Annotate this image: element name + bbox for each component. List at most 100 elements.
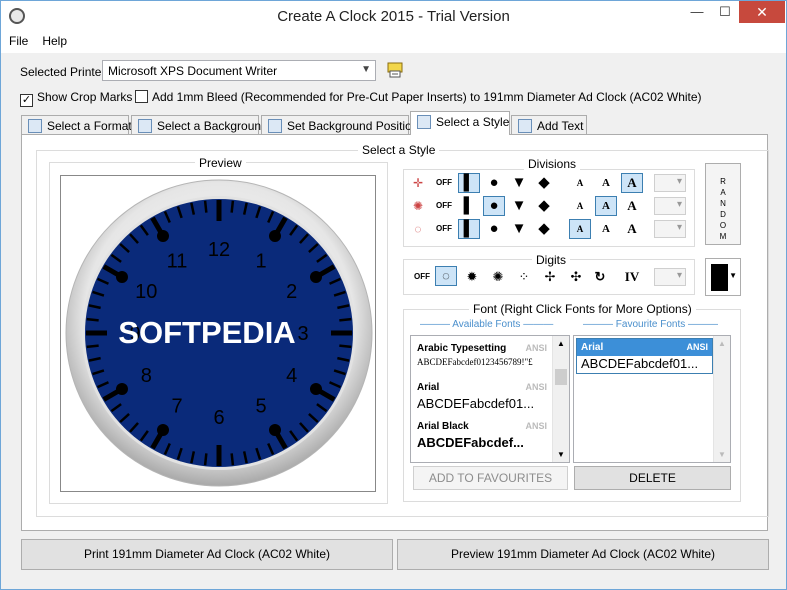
delete-button[interactable]: DELETE: [574, 466, 731, 490]
clock-number: 1: [255, 250, 266, 272]
hour-dot: [116, 271, 129, 283]
clock-number: 2: [286, 281, 297, 303]
scroll-thumb[interactable]: [555, 369, 567, 385]
division-triangle-option[interactable]: ▼: [508, 196, 530, 216]
printer-settings-icon[interactable]: [386, 61, 404, 79]
division-diamond-option[interactable]: ◆: [533, 196, 555, 216]
style-icon: [417, 115, 431, 129]
font-title: Font (Right Click Fonts for More Options…: [469, 302, 696, 316]
favourite-fonts-scrollbar[interactable]: ▲ ▼: [713, 336, 730, 462]
favourite-font-item[interactable]: Arial ANSI ABCDEFabcdef01...: [576, 338, 713, 374]
printer-value: Microsoft XPS Document Writer: [108, 64, 278, 78]
digits-style-5-option[interactable]: ✢: [539, 267, 561, 287]
menu-file[interactable]: File: [1, 31, 34, 48]
font-item[interactable]: Arabic Typesetting ANSI ABCDEFabcdef01234…: [413, 340, 551, 367]
tab-add-text[interactable]: Add Text: [511, 115, 587, 135]
digits-size-select[interactable]: [654, 268, 686, 286]
tab-select-format[interactable]: Select a Format: [21, 115, 132, 135]
digits-color-picker[interactable]: ▼: [705, 258, 741, 296]
division-pattern-icon[interactable]: ✛: [407, 173, 429, 193]
chevron-down-icon: ▼: [729, 271, 737, 280]
hour-dot: [157, 230, 169, 243]
division-pattern-icon[interactable]: ◌: [407, 219, 429, 239]
division-letter-size-option[interactable]: A: [595, 219, 617, 239]
division-letter-size-option[interactable]: A: [621, 173, 643, 193]
division-circle-option[interactable]: ●: [483, 196, 505, 216]
digits-style-4-option[interactable]: ⁘: [513, 267, 535, 287]
tab-set-background-position[interactable]: Set Background Position: [261, 115, 418, 135]
division-letter-size-option[interactable]: A: [595, 196, 617, 216]
scroll-down-icon[interactable]: ▼: [718, 450, 726, 459]
digits-style-1-option[interactable]: ◌: [435, 266, 457, 286]
division-letter-size-option[interactable]: A: [569, 173, 591, 193]
scroll-up-icon[interactable]: ▲: [557, 339, 565, 348]
division-size-select[interactable]: [654, 174, 686, 192]
clock-number: 8: [141, 365, 152, 387]
division-bar-option[interactable]: ▌: [458, 173, 480, 193]
division-off-option[interactable]: OFF: [433, 219, 455, 239]
close-button[interactable]: ✕: [739, 1, 785, 23]
division-circle-option[interactable]: ●: [483, 173, 505, 193]
divisions-title: Divisions: [524, 157, 581, 171]
division-bar-option[interactable]: ▌: [458, 219, 480, 239]
color-swatch: [711, 264, 728, 291]
clock-number: 10: [135, 281, 157, 303]
division-pattern-icon[interactable]: ✺: [407, 196, 429, 216]
minimize-button[interactable]: —: [683, 1, 711, 23]
title-bar: Create A Clock 2015 - Trial Version — ☐ …: [1, 1, 786, 31]
scroll-up-icon[interactable]: ▲: [718, 339, 726, 348]
division-size-select[interactable]: [654, 197, 686, 215]
digits-style-6-option[interactable]: ✣: [565, 267, 587, 287]
digits-off-option[interactable]: OFF: [411, 267, 433, 287]
add-to-favourites-button[interactable]: ADD TO FAVOURITES: [413, 466, 568, 490]
division-letter-size-option[interactable]: A: [621, 219, 643, 239]
rotate-icon[interactable]: ↻: [589, 267, 611, 287]
division-letter-size-option[interactable]: A: [621, 196, 643, 216]
division-off-option[interactable]: OFF: [433, 173, 455, 193]
available-fonts-list[interactable]: Arabic Typesetting ANSI ABCDEFabcdef01234…: [410, 335, 570, 463]
window-title: Create A Clock 2015 - Trial Version: [277, 8, 510, 25]
division-triangle-option[interactable]: ▼: [508, 219, 530, 239]
minute-tick: [203, 200, 208, 213]
division-letter-size-option[interactable]: A: [569, 196, 591, 216]
digits-style-2-option[interactable]: ✹: [461, 267, 483, 287]
minute-tick: [86, 317, 99, 322]
crop-marks-checkbox[interactable]: ✓: [20, 94, 33, 107]
division-letter-size-option[interactable]: A: [595, 173, 617, 193]
division-circle-option[interactable]: ●: [483, 219, 505, 239]
division-triangle-option[interactable]: ▼: [508, 173, 530, 193]
division-off-option[interactable]: OFF: [433, 196, 455, 216]
division-diamond-option[interactable]: ◆: [533, 173, 555, 193]
scroll-down-icon[interactable]: ▼: [557, 450, 565, 459]
division-letter-size-option[interactable]: A: [569, 219, 591, 239]
font-item[interactable]: Arial ANSI ABCDEFabcdef01...: [413, 379, 551, 411]
bleed-checkbox[interactable]: [135, 90, 148, 103]
hour-dot: [157, 423, 169, 436]
minute-tick: [230, 200, 235, 213]
random-button[interactable]: RANDOM: [705, 163, 741, 245]
print-clock-button[interactable]: Print 191mm Diameter Ad Clock (AC02 Whit…: [21, 539, 393, 570]
crop-marks-option[interactable]: ✓ Show Crop Marks: [20, 90, 132, 107]
menu-bar: File Help: [1, 31, 786, 53]
bleed-option[interactable]: Add 1mm Bleed (Recommended for Pre-Cut P…: [135, 90, 702, 104]
font-item[interactable]: Arial Black ANSI ABCDEFabcdef...: [413, 418, 551, 450]
tab-select-style[interactable]: Select a Style: [410, 111, 510, 135]
division-diamond-option[interactable]: ◆: [533, 219, 555, 239]
printer-select[interactable]: Microsoft XPS Document Writer ▼: [102, 60, 376, 81]
minute-tick: [203, 453, 208, 466]
digits-style-3-option[interactable]: ✺: [487, 267, 509, 287]
maximize-button[interactable]: ☐: [711, 1, 739, 23]
preview-clock-button[interactable]: Preview 191mm Diameter Ad Clock (AC02 Wh…: [397, 539, 769, 570]
menu-help[interactable]: Help: [34, 31, 73, 48]
clock-number: 3: [297, 323, 308, 345]
available-fonts-scrollbar[interactable]: ▲ ▼: [552, 336, 569, 462]
minute-tick: [230, 453, 235, 466]
favourite-fonts-label: ——— Favourite Fonts ———: [583, 319, 719, 330]
printer-label: Selected Printer: [20, 65, 106, 79]
app-window: Create A Clock 2015 - Trial Version — ☐ …: [0, 0, 787, 590]
favourite-fonts-list[interactable]: Arial ANSI ABCDEFabcdef01... ▲ ▼: [573, 335, 731, 463]
division-bar-option[interactable]: ▌: [458, 196, 480, 216]
tab-select-background[interactable]: Select a Background: [131, 115, 268, 135]
division-size-select[interactable]: [654, 220, 686, 238]
digits-roman-option[interactable]: IV: [621, 267, 643, 287]
